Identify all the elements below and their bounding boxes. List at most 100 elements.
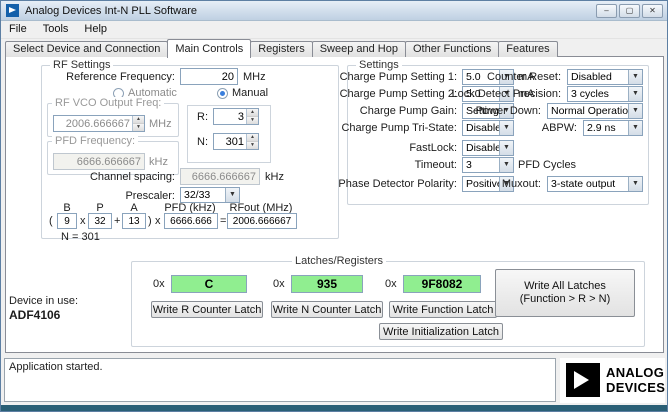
write-r-counter-latch-button[interactable]: Write R Counter Latch [151,301,263,318]
app-window: Analog Devices Int-N PLL Software – ▢ ✕ … [0,0,668,412]
chevron-down-icon[interactable]: ▼ [628,121,642,135]
n-counter-label: N: [197,136,208,148]
tab-select-device-and-connection[interactable]: Select Device and Connection [5,41,169,57]
times-2: x [155,215,161,227]
adi-logo-line1: ANALOG [606,365,665,380]
abpw-label: ABPW: [541,122,577,134]
rf-vco-output-freq-legend: RF VCO Output Freq: [52,97,165,109]
charge-pump-setting-2-label: Charge Pump Setting 2: [339,88,457,100]
tab-registers[interactable]: Registers [250,41,313,57]
chevron-down-icon[interactable]: ▼ [628,104,642,118]
pfd-frequency-unit: kHz [149,156,168,168]
rf-vco-spinner[interactable]: ▲ ▼ [132,116,144,131]
spinner-up-icon[interactable]: ▲ [133,116,144,123]
b-value-box[interactable] [57,213,77,229]
menu-file[interactable]: File [1,21,35,38]
lock-detect-precision-select[interactable]: 3 cycles ▼ [567,86,643,102]
r-counter-input[interactable]: ▲▼ [213,108,259,125]
tab-main-controls[interactable]: Main Controls [167,39,252,58]
write-function-latch-button[interactable]: Write Function Latch [389,301,497,318]
bottom-frame-bar [1,405,667,411]
power-down-select[interactable]: Normal Operation ▼ [547,103,643,119]
status-log[interactable]: Application started. [4,358,556,402]
p-value-box[interactable] [88,213,112,229]
chevron-down-icon[interactable]: ▼ [628,70,642,84]
tab-sweep-and-hop[interactable]: Sweep and Hop [311,41,406,57]
tabstrip: Select Device and Connection Main Contro… [5,39,558,58]
spinner-up-icon[interactable]: ▲ [247,134,258,141]
r-counter-value[interactable] [214,109,246,124]
chevron-down-icon[interactable]: ▼ [499,121,513,135]
open-paren: ( [49,215,53,227]
window-title: Analog Devices Int-N PLL Software [25,4,198,17]
pfd-frequency-input [53,153,145,170]
timeout-value: 3 [466,159,472,171]
r-counter-spinner[interactable]: ▲ ▼ [246,109,258,124]
n-counter-value[interactable] [214,134,246,149]
titlebar[interactable]: Analog Devices Int-N PLL Software – ▢ ✕ [1,1,667,21]
chevron-down-icon[interactable]: ▼ [499,141,513,155]
spinner-down-icon[interactable]: ▼ [133,123,144,131]
tab-other-functions[interactable]: Other Functions [404,41,500,57]
rf-vco-output-freq-unit: MHz [149,118,172,130]
times-1: x [80,215,86,227]
timeout-select[interactable]: 3 ▼ [462,157,514,173]
pfd-value-box[interactable] [164,213,218,229]
write-r-counter-latch-label: Write R Counter Latch [152,303,262,316]
charge-pump-tri-state-select[interactable]: Disabled ▼ [462,120,514,136]
counter-reset-select[interactable]: Disabled ▼ [567,69,643,85]
minimize-button[interactable]: – [596,3,617,18]
adi-logo-text: ANALOG DEVICES [606,365,665,395]
r-latch-value[interactable] [171,275,247,293]
maximize-button[interactable]: ▢ [619,3,640,18]
spinner-down-icon[interactable]: ▼ [247,141,258,149]
status-text: Application started. [9,361,103,373]
plus-sign: + [114,215,121,227]
manual-radio[interactable] [217,88,228,99]
function-latch-value[interactable] [403,275,481,293]
manual-label[interactable]: Manual [232,87,268,99]
adi-logo-line2: DEVICES [606,380,666,395]
fastlock-value: Disabled [466,142,499,154]
write-n-counter-latch-button[interactable]: Write N Counter Latch [271,301,383,318]
close-button[interactable]: ✕ [642,3,663,18]
menu-help[interactable]: Help [76,21,115,38]
n-counter-input[interactable]: ▲▼ [213,133,259,150]
spinner-down-icon[interactable]: ▼ [247,116,258,124]
rf-vco-output-freq-value[interactable] [54,116,132,131]
chevron-down-icon[interactable]: ▼ [628,177,642,191]
tab-features[interactable]: Features [498,41,558,57]
prescaler-select[interactable]: 32/33 ▼ [180,187,240,203]
reference-frequency-input[interactable] [180,68,238,85]
menu-tools[interactable]: Tools [35,21,77,38]
charge-pump-tri-state-label: Charge Pump Tri-State: [341,122,457,134]
charge-pump-gain-label: Charge Pump Gain: [359,105,457,117]
chevron-down-icon[interactable]: ▼ [628,87,642,101]
rf-vco-output-freq-input[interactable]: ▲▼ [53,115,145,132]
write-all-latches-label-line1: Write All Latches [524,280,606,292]
chevron-down-icon[interactable]: ▼ [499,158,513,172]
r-counter-label: R: [197,111,208,123]
n-latch-value[interactable] [291,275,363,293]
charge-pump-tri-state-value: Disabled [466,122,499,134]
chevron-down-icon[interactable]: ▼ [225,188,239,202]
a-value-box[interactable] [122,213,146,229]
write-all-latches-label-line2: (Function > R > N) [519,293,611,305]
latches-registers-legend: Latches/Registers [292,255,387,267]
prescaler-value: 32/33 [184,189,211,201]
write-initialization-latch-button[interactable]: Write Initialization Latch [379,323,503,340]
power-down-label: Power Down: [475,105,541,117]
write-function-latch-label: Write Function Latch [392,303,494,316]
charge-pump-setting-1-label: Charge Pump Setting 1: [339,71,457,83]
settings-legend: Settings [356,59,402,71]
timeout-label: Timeout: [414,159,457,171]
rfout-value-box[interactable] [227,213,297,229]
abpw-select[interactable]: 2.9 ns ▼ [583,120,643,136]
channel-spacing-input [180,168,260,185]
write-all-latches-button[interactable]: Write All Latches (Function > R > N) [495,269,635,317]
fastlock-select[interactable]: Disabled ▼ [462,140,514,156]
write-initialization-latch-label: Write Initialization Latch [383,325,499,338]
n-counter-spinner[interactable]: ▲ ▼ [246,134,258,149]
spinner-up-icon[interactable]: ▲ [247,109,258,116]
muxout-select[interactable]: 3-state output ▼ [547,176,643,192]
